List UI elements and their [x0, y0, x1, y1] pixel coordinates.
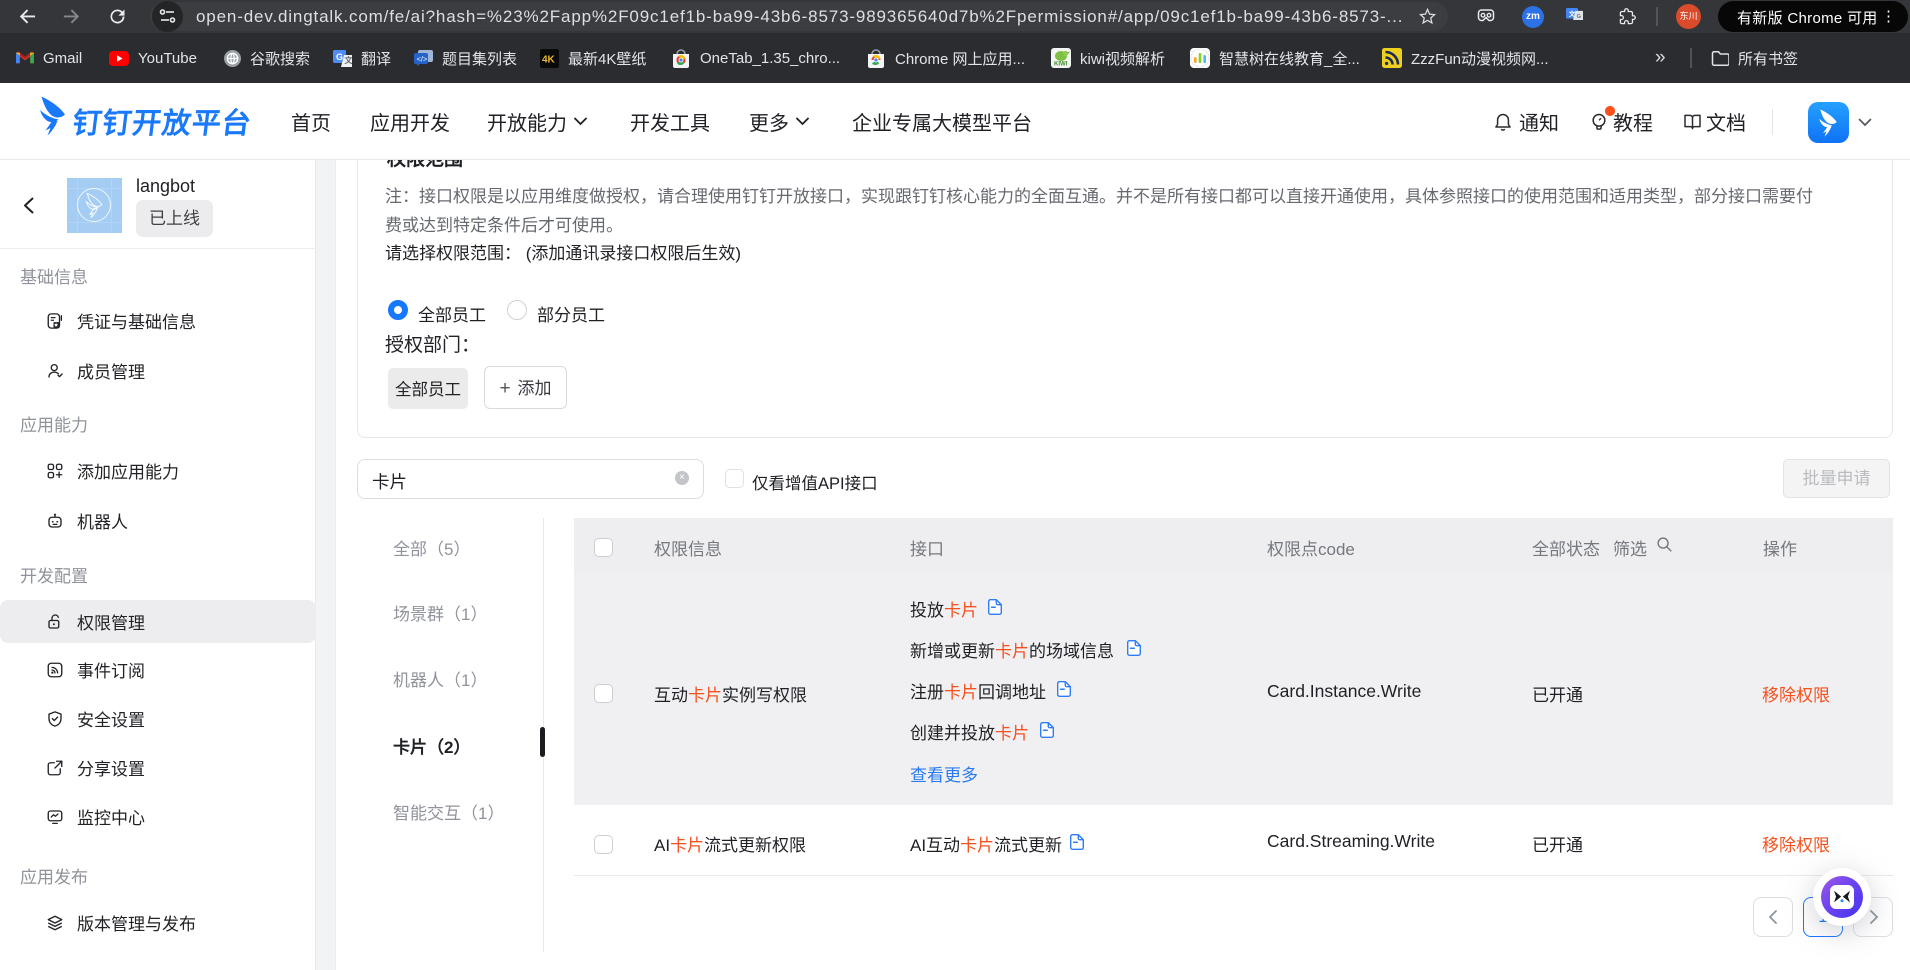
svg-text:KIWI: KIWI — [1054, 62, 1068, 68]
svg-text:G: G — [1577, 14, 1582, 20]
svg-text:文: 文 — [1569, 9, 1576, 18]
svg-text:文: 文 — [345, 55, 353, 65]
svg-text:G: G — [336, 52, 343, 62]
svg-text:</>: </> — [417, 55, 428, 64]
svg-text:4K: 4K — [542, 54, 556, 65]
